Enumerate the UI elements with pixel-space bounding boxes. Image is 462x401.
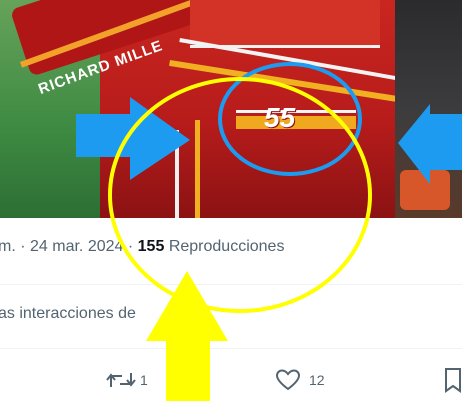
suit-vertical-yellow-stripe — [195, 120, 200, 218]
views-label: Reproducciones — [168, 238, 285, 255]
divider — [0, 284, 462, 285]
retweet-icon — [106, 369, 136, 391]
view-count: 155 — [137, 238, 165, 255]
tweet-time[interactable]: m. — [0, 238, 16, 255]
meta-separator: · — [20, 238, 26, 255]
like-button[interactable]: 12 — [275, 366, 325, 394]
tweet-media-photo[interactable]: RICHARD MILLE 55 — [0, 0, 462, 218]
meta-separator: · — [127, 238, 134, 255]
heart-icon — [275, 368, 301, 392]
retweet-count: 1 — [140, 372, 148, 388]
yellow-arrow-up — [146, 271, 228, 401]
number-stripe-yellow — [236, 116, 356, 129]
tweet-meta: m. · 24 mar. 2024 · 155 Reproducciones — [0, 238, 462, 264]
post-interactions-link[interactable]: as interacciones de — [0, 305, 136, 323]
bookmark-button[interactable] — [444, 366, 462, 394]
divider — [0, 348, 462, 349]
like-count: 12 — [309, 372, 325, 388]
bookmark-icon — [444, 367, 462, 393]
number-stripe-white — [236, 110, 356, 113]
suit-vertical-white-stripe — [175, 130, 179, 218]
retweet-button[interactable]: 1 — [106, 366, 148, 394]
tweet-date[interactable]: 24 mar. 2024 — [30, 238, 123, 255]
suit-collar — [190, 0, 380, 48]
race-number: 55 — [264, 102, 296, 133]
photo-background-detail — [400, 170, 450, 210]
